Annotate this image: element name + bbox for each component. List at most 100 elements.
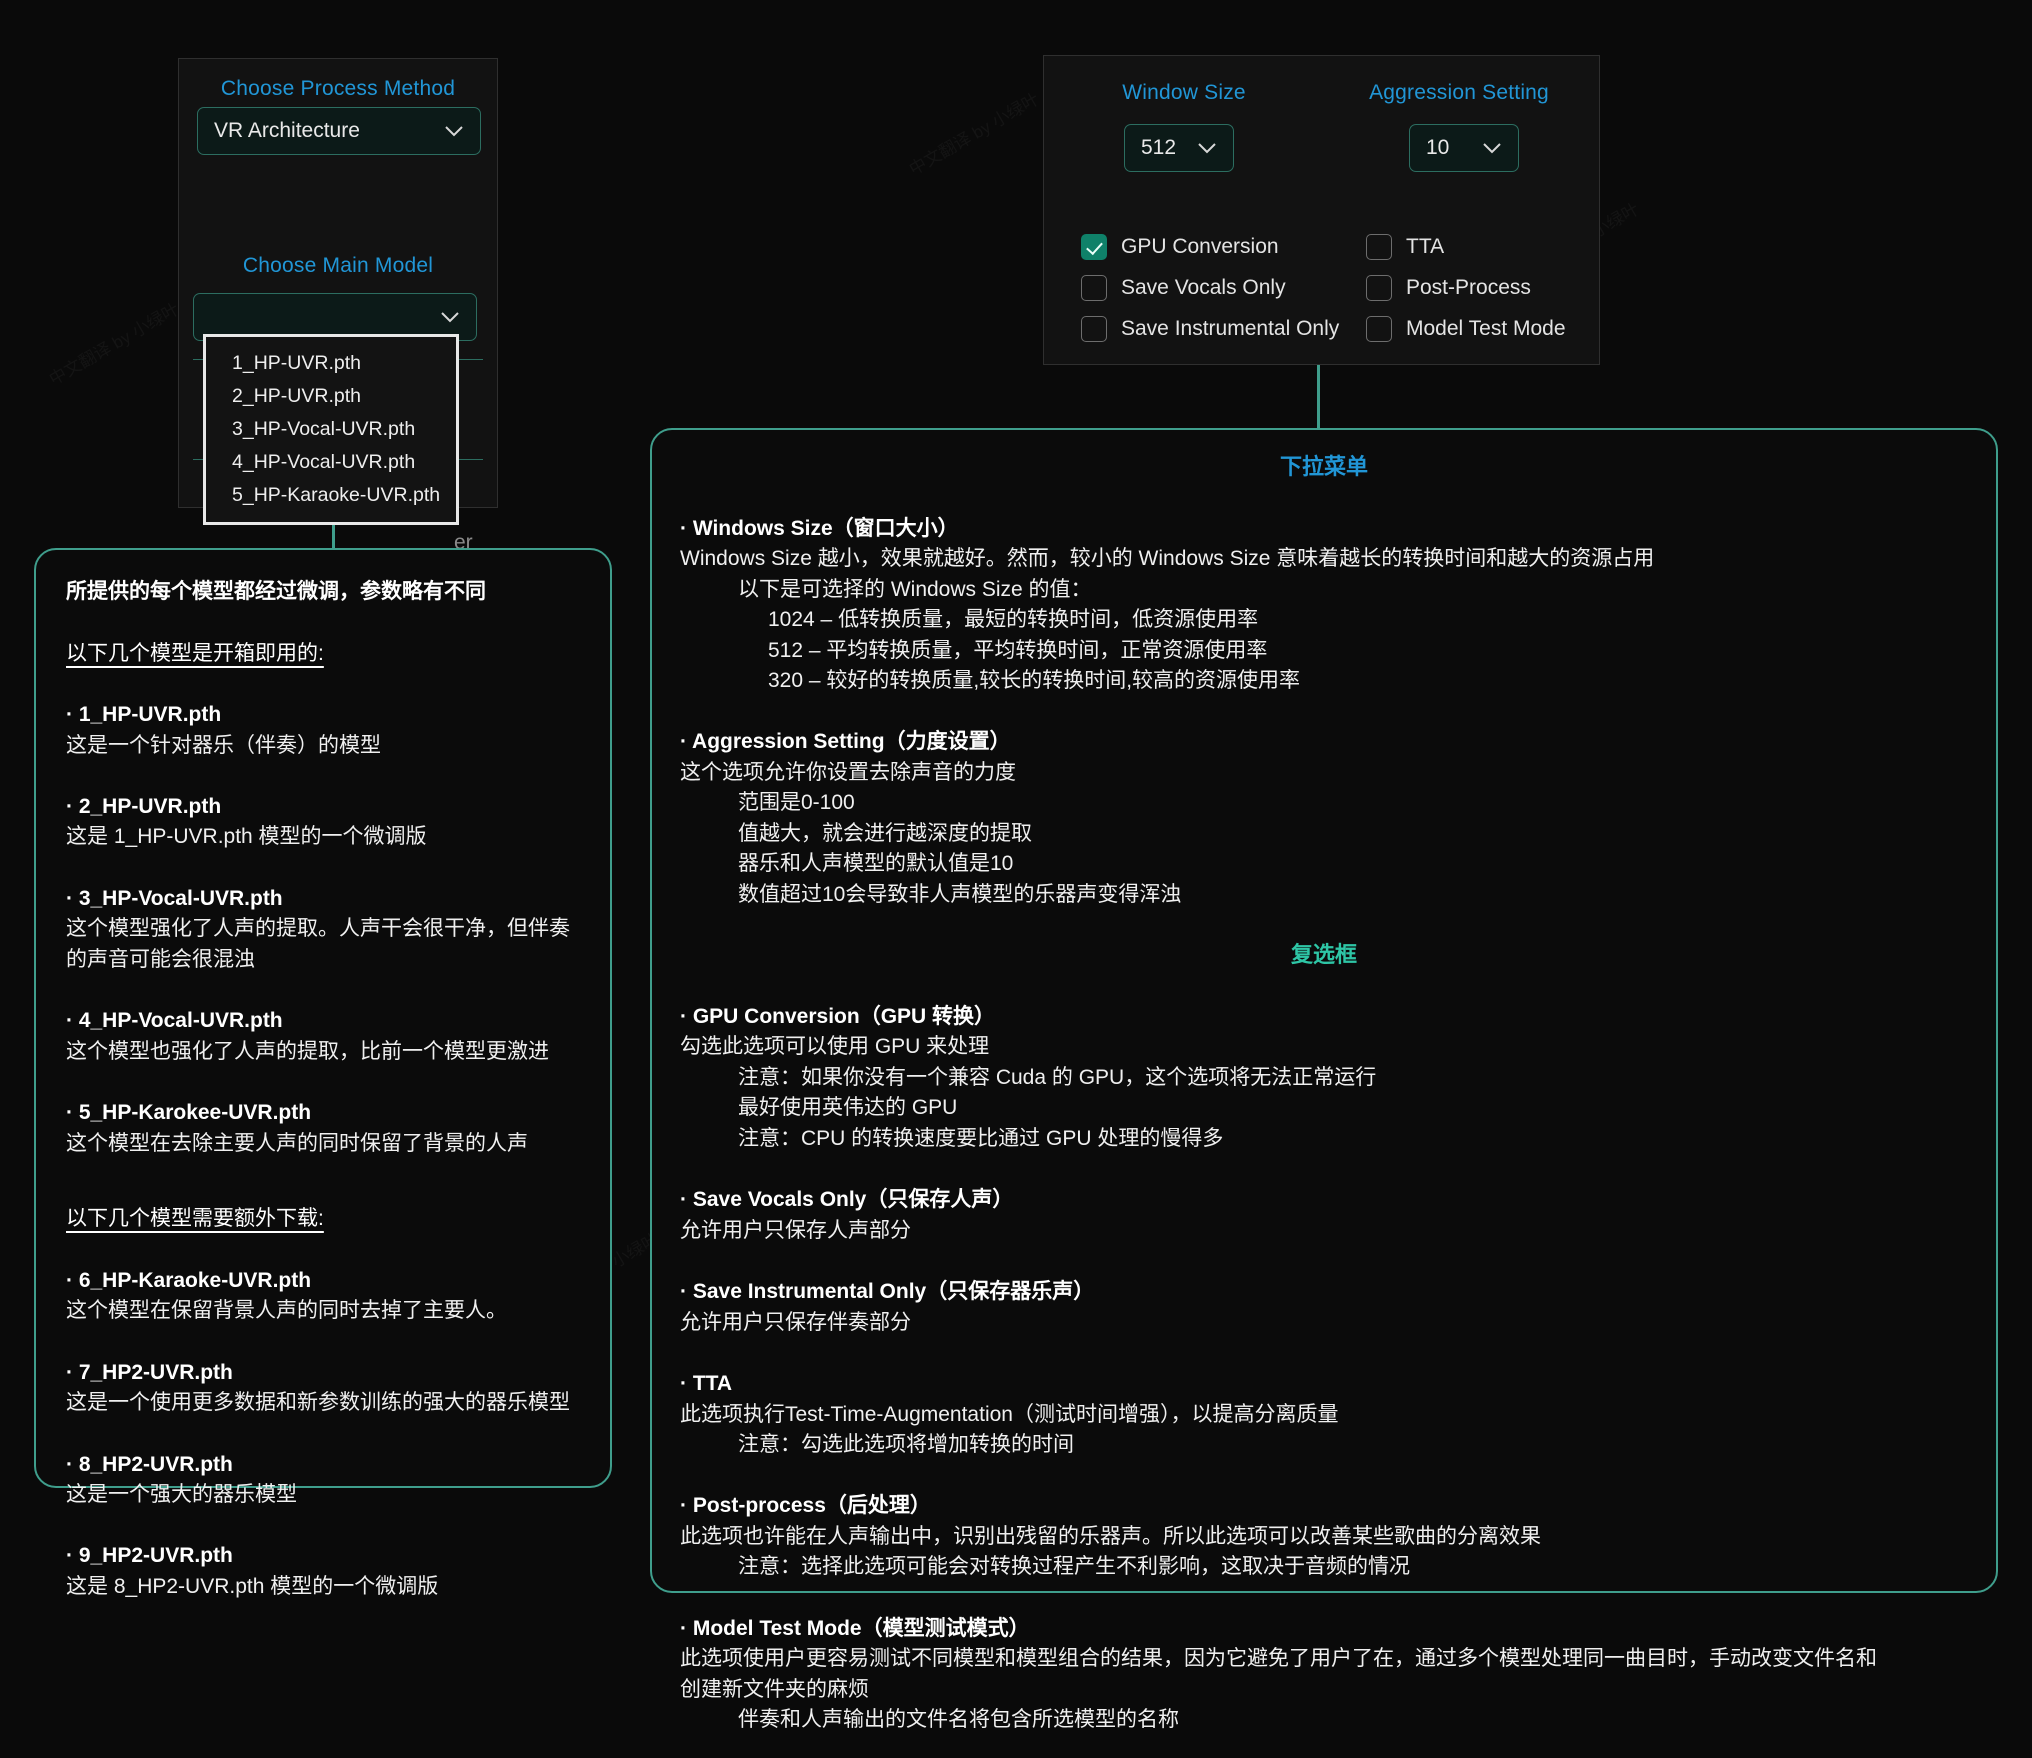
checkbox-save-vocals-only[interactable] (1081, 275, 1107, 301)
aggression-heading: · Aggression Setting（力度设置） (680, 726, 1968, 758)
gpu-conversion-heading: · GPU Conversion（GPU 转换） (680, 1001, 1968, 1033)
checkbox-gpu-conversion[interactable] (1081, 234, 1107, 260)
checkbox-row-tta[interactable]: TTA (1366, 234, 1566, 260)
model-test-mode-heading: · Model Test Mode（模型测试模式） (680, 1613, 1968, 1645)
model-description: 这是一个强大的器乐模型 (66, 1480, 580, 1510)
checkbox-column-right: TTA Post-Process Model Test Mode (1366, 234, 1566, 357)
post-process-line1: 此选项也许能在人声输出中，识别出残留的乐器声。所以此选项可以改善某些歌曲的分离效… (680, 1522, 1968, 1552)
model-name: · 9_HP2-UVR.pth (66, 1540, 580, 1572)
window-size-value-option: 1024 – 低转换质量，最短的转换时间，低资源使用率 (680, 605, 1968, 635)
model-description: 这个模型也强化了人声的提取，比前一个模型更激进 (66, 1037, 580, 1067)
chevron-down-icon (444, 125, 464, 137)
checkbox-model-test-mode[interactable] (1366, 316, 1392, 342)
dropdown-option[interactable]: 5_HP-Karaoke-UVR.pth (206, 479, 456, 512)
window-size-combobox[interactable]: 512 (1124, 124, 1234, 172)
window-size-value-option: 320 – 较好的转换质量,较长的转换时间,较高的资源使用率 (680, 666, 1968, 696)
post-process-heading: · Post-process（后处理） (680, 1490, 1968, 1522)
model-name: · 6_HP-Karaoke-UVR.pth (66, 1265, 580, 1297)
chevron-down-icon (1482, 142, 1502, 154)
dropdown-option[interactable]: 2_HP-UVR.pth (206, 380, 456, 413)
window-size-line1: Windows Size 越小，效果就越好。然而，较小的 Windows Siz… (680, 544, 1968, 574)
window-size-value-option: 512 – 平均转换质量，平均转换时间，正常资源使用率 (680, 636, 1968, 666)
main-model-dropdown-list[interactable]: 1_HP-UVR.pth 2_HP-UVR.pth 3_HP-Vocal-UVR… (203, 334, 459, 525)
checkbox-label: Post-Process (1406, 276, 1531, 300)
process-method-combobox[interactable]: VR Architecture (197, 107, 481, 155)
checkbox-label: Save Instrumental Only (1121, 317, 1339, 341)
dropdown-option[interactable]: 3_HP-Vocal-UVR.pth (206, 413, 456, 446)
process-method-value: VR Architecture (214, 119, 444, 143)
save-instrumental-heading: · Save Instrumental Only（只保存器乐声） (680, 1276, 1968, 1308)
model-description: 这个模型在保留背景人声的同时去掉了主要人。 (66, 1296, 580, 1326)
checkbox-label: Model Test Mode (1406, 317, 1566, 341)
gpu-conversion-note: 最好使用英伟达的 GPU (680, 1093, 1968, 1123)
checkbox-post-process[interactable] (1366, 275, 1392, 301)
model-description: 这个模型在去除主要人声的同时保留了背景的人声 (66, 1129, 580, 1159)
dropdown-option[interactable]: 1_HP-UVR.pth (206, 347, 456, 380)
model-description: 这是 8_HP2-UVR.pth 模型的一个微调版 (66, 1572, 580, 1602)
model-description: 这个模型强化了人声的提取。人声干会很干净，但伴奏的声音可能会很混浊 (66, 914, 580, 975)
gpu-conversion-line1: 勾选此选项可以使用 GPU 来处理 (680, 1032, 1968, 1062)
dropdown-section-tag: 下拉菜单 (680, 452, 1968, 483)
checkbox-label: GPU Conversion (1121, 235, 1279, 259)
connector-settings (1317, 365, 1320, 429)
aggression-line1: 这个选项允许你设置去除声音的力度 (680, 758, 1968, 788)
checkbox-row-save-instrumental-only[interactable]: Save Instrumental Only (1081, 316, 1339, 342)
aggression-value: 10 (1426, 136, 1482, 160)
checkbox-section-tag: 复选框 (680, 940, 1968, 971)
post-process-note: 注意：选择此选项可能会对转换过程产生不利影响，这取决于音频的情况 (680, 1552, 1968, 1582)
checkbox-save-instrumental-only[interactable] (1081, 316, 1107, 342)
window-size-label: Window Size (1074, 81, 1294, 105)
tta-note: 注意：勾选此选项将增加转换的时间 (680, 1430, 1968, 1460)
save-vocals-heading: · Save Vocals Only（只保存人声） (680, 1184, 1968, 1216)
model-description: 这是 1_HP-UVR.pth 模型的一个微调版 (66, 822, 580, 852)
model-test-mode-note: 伴奏和人声输出的文件名将包含所选模型的名称 (680, 1705, 1968, 1735)
aggression-value-note: 器乐和人声模型的默认值是10 (680, 849, 1968, 879)
model-name: · 8_HP2-UVR.pth (66, 1449, 580, 1481)
models-doc-title: 所提供的每个模型都经过微调，参数略有不同 (66, 576, 580, 608)
checkbox-row-gpu-conversion[interactable]: GPU Conversion (1081, 234, 1339, 260)
aggression-value-note: 值越大，就会进行越深度的提取 (680, 819, 1968, 849)
gpu-conversion-note: 注意：如果你没有一个兼容 Cuda 的 GPU，这个选项将无法正常运行 (680, 1063, 1968, 1093)
main-model-label: Choose Main Model (179, 254, 497, 278)
models-doc-section-2-heading: 以下几个模型需要额外下载: (66, 1203, 580, 1235)
model-description: 这是一个使用更多数据和新参数训练的强大的器乐模型 (66, 1388, 580, 1418)
window-size-value: 512 (1141, 136, 1197, 160)
model-name: · 5_HP-Karokee-UVR.pth (66, 1097, 580, 1129)
window-size-heading: · Windows Size（窗口大小） (680, 513, 1968, 545)
chevron-down-icon (1197, 142, 1217, 154)
model-name: · 7_HP2-UVR.pth (66, 1357, 580, 1389)
model-description: 这是一个针对器乐（伴奏）的模型 (66, 731, 580, 761)
checkbox-row-model-test-mode[interactable]: Model Test Mode (1366, 316, 1566, 342)
model-name: · 4_HP-Vocal-UVR.pth (66, 1005, 580, 1037)
save-instrumental-line1: 允许用户只保存伴奏部分 (680, 1308, 1968, 1338)
window-size-line2: 以下是可选择的 Windows Size 的值： (680, 575, 1968, 605)
settings-documentation-panel: 下拉菜单 · Windows Size（窗口大小） Windows Size 越… (650, 428, 1998, 1593)
model-test-mode-line2: 创建新文件夹的麻烦 (680, 1675, 1968, 1705)
checkbox-tta[interactable] (1366, 234, 1392, 260)
settings-panel: Window Size 512 Aggression Setting 10 GP… (1043, 55, 1600, 365)
watermark: 中文翻译 by 小绿叶 (904, 85, 1043, 180)
process-method-label: Choose Process Method (179, 77, 497, 101)
watermark: 中文翻译 by 小绿叶 (44, 295, 183, 390)
models-doc-section-1-heading: 以下几个模型是开箱即用的: (66, 638, 580, 670)
models-documentation-panel: 所提供的每个模型都经过微调，参数略有不同 以下几个模型是开箱即用的: · 1_H… (34, 548, 612, 1488)
aggression-label: Aggression Setting (1334, 81, 1584, 105)
checkbox-row-post-process[interactable]: Post-Process (1366, 275, 1566, 301)
save-vocals-line1: 允许用户只保存人声部分 (680, 1216, 1968, 1246)
model-name: · 1_HP-UVR.pth (66, 699, 580, 731)
tta-line1: 此选项执行Test-Time-Augmentation（测试时间增强），以提高分… (680, 1400, 1968, 1430)
checkbox-label: TTA (1406, 235, 1444, 259)
checkbox-label: Save Vocals Only (1121, 276, 1286, 300)
tta-heading: · TTA (680, 1368, 1968, 1400)
dropdown-option[interactable]: 4_HP-Vocal-UVR.pth (206, 446, 456, 479)
aggression-combobox[interactable]: 10 (1409, 124, 1519, 172)
gpu-conversion-note: 注意：CPU 的转换速度要比通过 GPU 处理的慢得多 (680, 1124, 1968, 1154)
chevron-down-icon (440, 311, 460, 323)
model-name: · 3_HP-Vocal-UVR.pth (66, 883, 580, 915)
model-name: · 2_HP-UVR.pth (66, 791, 580, 823)
aggression-value-note: 数值超过10会导致非人声模型的乐器声变得浑浊 (680, 880, 1968, 910)
model-test-mode-line1: 此选项使用户更容易测试不同模型和模型组合的结果，因为它避免了用户了在，通过多个模… (680, 1644, 1968, 1674)
aggression-value-note: 范围是0-100 (680, 788, 1968, 818)
checkbox-row-save-vocals-only[interactable]: Save Vocals Only (1081, 275, 1339, 301)
checkbox-column-left: GPU Conversion Save Vocals Only Save Ins… (1081, 234, 1339, 357)
